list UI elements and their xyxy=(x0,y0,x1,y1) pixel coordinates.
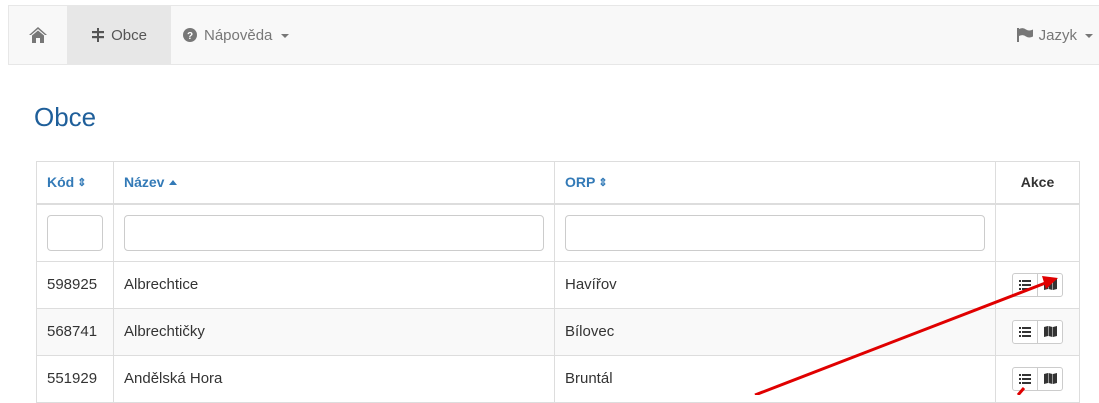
cell-kod: 568741 xyxy=(36,307,114,356)
nav-help-dropdown[interactable]: ? Nápověda xyxy=(183,6,290,64)
table-header-row: Kód ⇕ Název ORP ⇕ Akce xyxy=(36,161,1080,205)
nav-help-label: Nápověda xyxy=(204,26,273,44)
column-header-nazev[interactable]: Název xyxy=(113,161,555,205)
table-row: 568741 Albrechtičky Bílovec xyxy=(36,307,1080,356)
question-icon: ? xyxy=(183,28,197,42)
list-button[interactable] xyxy=(1012,319,1038,344)
cell-orp: Havířov xyxy=(554,260,996,309)
sort-icon: ⇕ xyxy=(598,177,608,190)
map-icon xyxy=(1043,326,1057,337)
page-title: Obce xyxy=(34,102,97,132)
column-header-label: Kód xyxy=(47,174,75,191)
flag-icon xyxy=(1016,28,1033,42)
signpost-icon xyxy=(92,28,105,42)
cell-orp: Bílovec xyxy=(554,307,996,356)
cell-kod: 598925 xyxy=(36,260,114,309)
column-header-orp[interactable]: ORP ⇕ xyxy=(554,161,996,205)
column-header-kod[interactable]: Kód ⇕ xyxy=(36,161,114,205)
chevron-down-icon xyxy=(281,34,290,38)
list-icon xyxy=(1019,279,1031,290)
filter-kod-input[interactable] xyxy=(47,214,103,251)
sort-ascending-icon xyxy=(169,180,178,186)
column-header-label: ORP xyxy=(565,174,596,191)
nav-language-dropdown[interactable]: Jazyk xyxy=(1016,6,1093,64)
map-button[interactable] xyxy=(1037,366,1063,391)
obce-table: Kód ⇕ Název ORP ⇕ Akce 598925 Albrechtice … xyxy=(36,161,1080,403)
navbar: Obce ? Nápověda Jazyk xyxy=(8,5,1099,65)
map-button[interactable] xyxy=(1037,319,1063,344)
svg-text:?: ? xyxy=(187,31,193,42)
filter-nazev-input[interactable] xyxy=(124,214,544,251)
home-link[interactable] xyxy=(9,6,67,64)
home-icon xyxy=(29,27,47,43)
column-header-label: Název xyxy=(124,174,165,191)
table-row: 598925 Albrechtice Havířov xyxy=(36,260,1080,309)
cell-nazev: Albrechtičky xyxy=(113,307,555,356)
filter-orp-input[interactable] xyxy=(565,214,985,251)
filter-row xyxy=(36,203,1080,262)
list-icon xyxy=(1019,326,1031,337)
chevron-down-icon xyxy=(1085,34,1093,38)
column-header-akce: Akce xyxy=(995,161,1080,205)
map-icon xyxy=(1043,279,1057,290)
map-button[interactable] xyxy=(1037,272,1063,297)
list-button[interactable] xyxy=(1012,272,1038,297)
list-icon xyxy=(1019,373,1031,384)
sort-icon: ⇕ xyxy=(77,177,87,190)
nav-language-label: Jazyk xyxy=(1038,26,1077,44)
nav-obce-label: Obce xyxy=(111,26,147,44)
map-icon xyxy=(1043,373,1057,384)
cell-nazev: Albrechtice xyxy=(113,260,555,309)
list-button[interactable] xyxy=(1012,366,1038,391)
nav-obce[interactable]: Obce xyxy=(67,6,171,64)
column-header-label: Akce xyxy=(1020,174,1055,191)
